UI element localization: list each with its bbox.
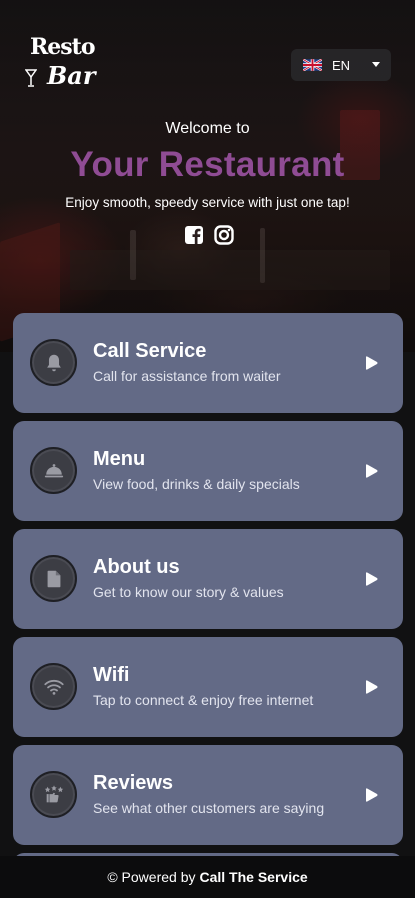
footer-powered-by: © Powered by Call The Service [0,856,415,898]
logo-line-2: Bar [47,61,96,90]
cocktail-glass-icon [25,69,37,87]
wifi-card[interactable]: Wifi Tap to connect & enjoy free interne… [13,637,403,737]
card-title: About us [93,556,180,578]
icon-circle [30,447,77,494]
icon-circle [30,663,77,710]
cloche-icon [44,463,63,477]
wifi-icon [43,679,64,695]
tagline: Enjoy smooth, speedy service with just o… [65,195,350,210]
language-code: EN [332,57,351,73]
icon-circle [30,771,77,818]
reviews-card[interactable]: Reviews See what other customers are say… [13,745,403,845]
service-card-list: Call Service Call for assistance from wa… [13,313,403,853]
footer-brand-link[interactable]: Call The Service [199,869,307,885]
play-arrow-icon [366,572,378,586]
card-title: Menu [93,448,146,470]
logo-line-1: Resto [30,34,96,60]
welcome-text: Welcome to [165,120,250,137]
menu-card[interactable]: Menu View food, drinks & daily specials [13,421,403,521]
card-title: Wifi [93,664,130,686]
call-service-card[interactable]: Call Service Call for assistance from wa… [13,313,403,413]
play-arrow-icon [366,464,378,478]
icon-circle [30,555,77,602]
card-title: Reviews [93,772,174,794]
bell-icon [46,354,61,371]
language-selector[interactable]: EN [291,49,391,81]
app-screen: Resto Bar EN Welcome to Your Restaurant … [0,0,415,898]
social-links [184,225,234,245]
card-subtitle: See what other customers are saying [93,800,325,816]
uk-flag-icon [303,59,322,71]
card-subtitle: Tap to connect & enjoy free internet [93,692,314,708]
card-title: Call Service [93,340,207,362]
chevron-down-icon [372,62,380,67]
icon-circle [30,339,77,386]
play-arrow-icon [366,788,378,802]
facebook-icon[interactable] [184,225,204,245]
play-arrow-icon [366,356,378,370]
resto-bar-logo[interactable]: Resto Bar [25,34,96,94]
play-arrow-icon [366,680,378,694]
document-icon [47,570,60,587]
instagram-icon[interactable] [214,225,234,245]
about-us-card[interactable]: About us Get to know our story & values [13,529,403,629]
card-subtitle: View food, drinks & daily specials [93,476,300,492]
footer-prefix: © Powered by [107,869,196,885]
review-stars-icon [44,784,63,802]
restaurant-title: Your Restaurant [70,145,345,184]
card-subtitle: Get to know our story & values [93,584,284,600]
card-subtitle: Call for assistance from waiter [93,368,281,384]
